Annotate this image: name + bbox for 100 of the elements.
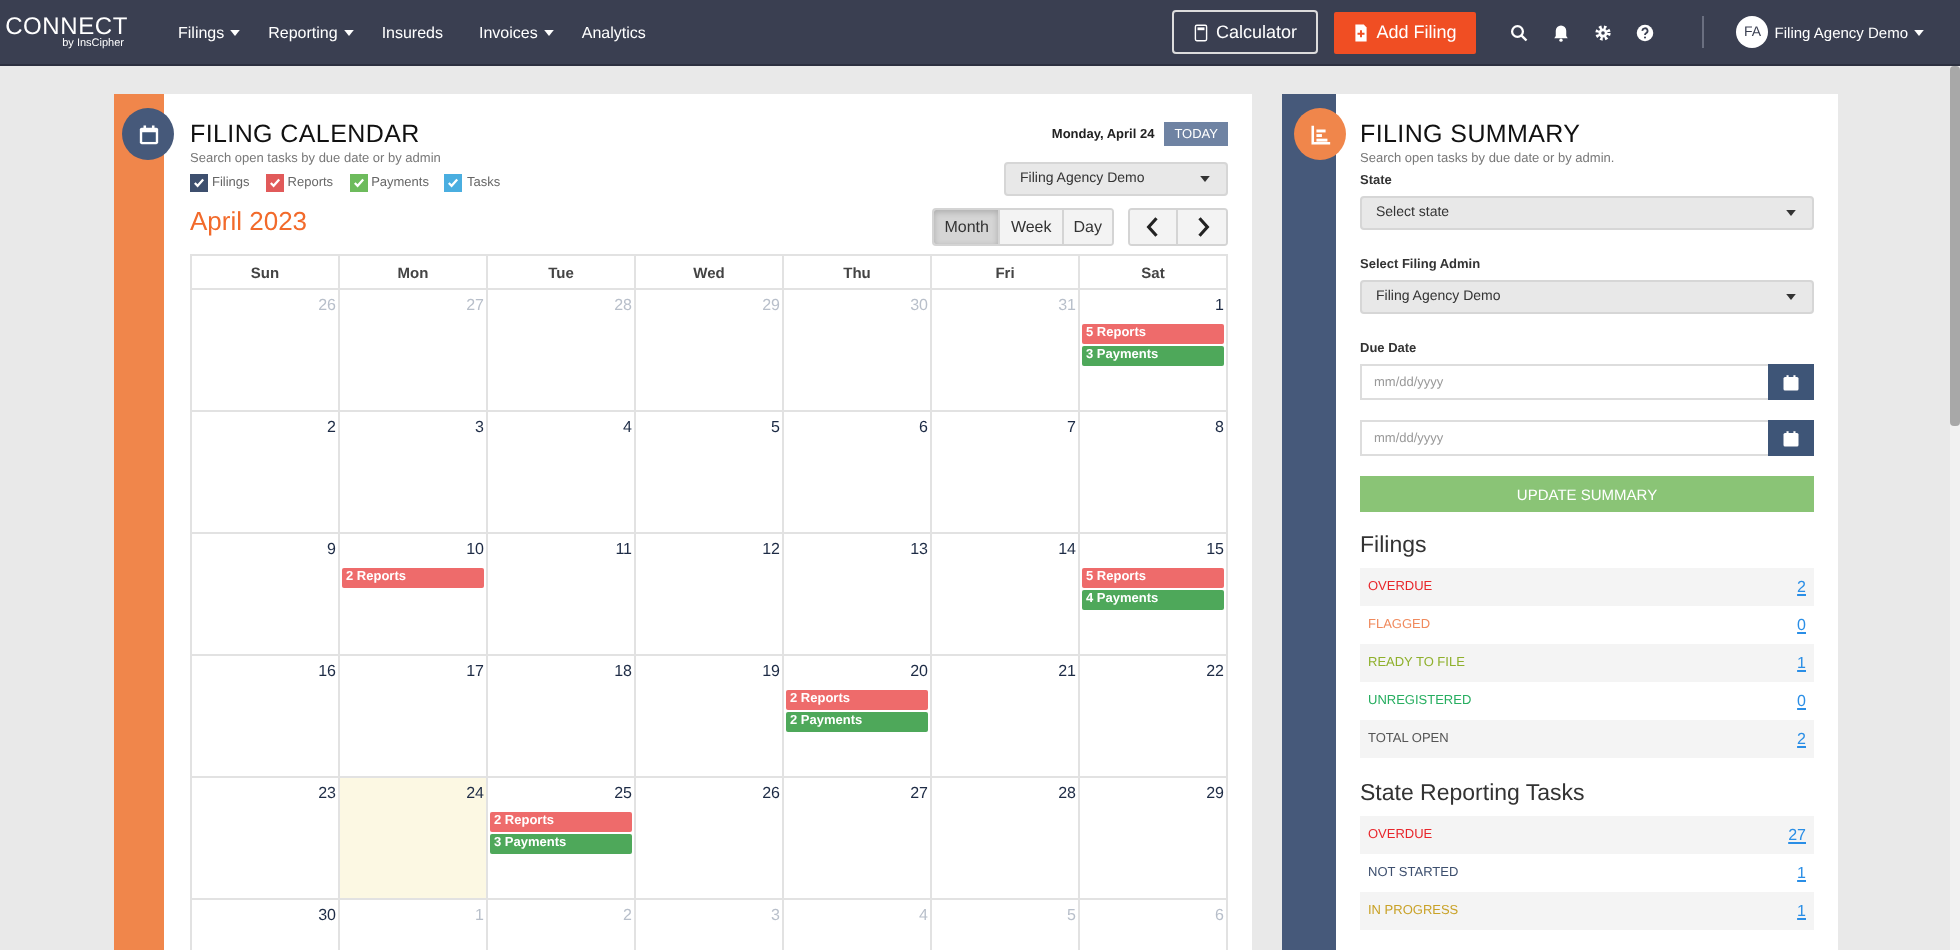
nav-menu-item[interactable]: Invoices bbox=[479, 23, 554, 41]
day-number: 23 bbox=[318, 784, 336, 802]
day-number: 29 bbox=[1206, 784, 1224, 802]
checkmark-icon bbox=[446, 176, 461, 190]
day-cell[interactable]: 2 bbox=[192, 412, 340, 534]
day-cell[interactable]: 9 bbox=[192, 534, 340, 656]
day-number: 19 bbox=[762, 662, 780, 680]
day-number: 29 bbox=[762, 296, 780, 314]
day-number: 12 bbox=[762, 540, 780, 558]
view-tab[interactable]: Month bbox=[934, 210, 1001, 244]
day-cell[interactable]: 7 bbox=[932, 412, 1080, 534]
day-number: 26 bbox=[762, 784, 780, 802]
day-cell[interactable]: 19 bbox=[636, 656, 784, 778]
document-plus-icon bbox=[1354, 23, 1369, 41]
section-heading: State Reporting Tasks bbox=[1360, 782, 1587, 806]
nav-menu-item[interactable]: Reporting bbox=[268, 23, 354, 41]
day-number: 1 bbox=[1215, 296, 1224, 314]
calendar-icon bbox=[1782, 373, 1800, 391]
search-icon[interactable] bbox=[1510, 23, 1529, 41]
day-cell[interactable]: 13 bbox=[784, 534, 932, 656]
date-picker-button[interactable] bbox=[1768, 364, 1814, 400]
day-number: 2 bbox=[623, 906, 632, 924]
day-number: 25 bbox=[614, 784, 632, 802]
day-cell[interactable]: 3 bbox=[340, 412, 488, 534]
day-cell[interactable]: 14 bbox=[932, 534, 1080, 656]
day-number: 11 bbox=[615, 540, 632, 558]
day-cell[interactable]: 21 bbox=[932, 656, 1080, 778]
day-number: 18 bbox=[614, 662, 632, 680]
day-number: 27 bbox=[466, 296, 484, 314]
day-number: 16 bbox=[318, 662, 336, 680]
day-number: 3 bbox=[475, 418, 484, 436]
calculator-icon bbox=[1194, 23, 1209, 41]
day-number: 28 bbox=[1058, 784, 1076, 802]
calculator-button[interactable]: Calculator bbox=[1172, 10, 1319, 54]
day-number: 24 bbox=[466, 784, 484, 802]
notification-bell-icon[interactable] bbox=[1552, 23, 1571, 41]
chevron-right-icon bbox=[1195, 216, 1209, 238]
day-cell[interactable]: 18 bbox=[488, 656, 636, 778]
day-number: 7 bbox=[1067, 418, 1076, 436]
day-number: 3 bbox=[771, 906, 780, 924]
logo-text[interactable]: CONNECT bbox=[5, 13, 128, 38]
scrollbar[interactable] bbox=[1950, 66, 1960, 950]
day-number: 9 bbox=[327, 540, 336, 558]
day-number: 6 bbox=[1215, 906, 1224, 924]
count-link[interactable]: 1 bbox=[1797, 864, 1806, 882]
section-heading: Filings bbox=[1360, 534, 1429, 558]
day-number: 30 bbox=[910, 296, 928, 314]
day-cell[interactable]: 26 bbox=[636, 778, 784, 900]
nav-menu-item[interactable]: Analytics bbox=[581, 23, 646, 41]
day-number: 21 bbox=[1058, 662, 1076, 680]
day-cell[interactable]: 8 bbox=[1080, 412, 1228, 534]
day-cell[interactable]: 30 bbox=[192, 900, 340, 950]
caret-icon bbox=[1786, 210, 1796, 216]
help-icon[interactable] bbox=[1636, 23, 1655, 41]
summary-title: FILING SUMMARY bbox=[1360, 120, 1583, 148]
day-number: 27 bbox=[910, 784, 928, 802]
today-day-cell[interactable]: 24 bbox=[340, 778, 488, 900]
day-cell[interactable]: 4 bbox=[488, 412, 636, 534]
day-number: 4 bbox=[623, 418, 632, 436]
day-number: 15 bbox=[1206, 540, 1224, 558]
day-number: 5 bbox=[771, 418, 780, 436]
day-number: 28 bbox=[614, 296, 632, 314]
day-cell[interactable]: 6 bbox=[784, 412, 932, 534]
day-cell[interactable]: 27 bbox=[784, 778, 932, 900]
view-tab[interactable]: Day bbox=[1063, 210, 1112, 244]
next-button[interactable] bbox=[1178, 210, 1226, 244]
caret-icon bbox=[1914, 29, 1924, 35]
caret-icon bbox=[1200, 176, 1210, 182]
day-number: 22 bbox=[1206, 662, 1224, 680]
day-number: 2 bbox=[327, 418, 336, 436]
nav-menu-item[interactable]: Filings bbox=[178, 23, 241, 41]
day-number: 20 bbox=[910, 662, 928, 680]
day-number: 14 bbox=[1058, 540, 1076, 558]
add-filing-button[interactable]: Add Filing bbox=[1334, 11, 1477, 53]
checkmark-icon bbox=[267, 176, 282, 190]
day-number: 26 bbox=[318, 296, 336, 314]
day-number: 31 bbox=[1058, 296, 1076, 314]
day-number: 5 bbox=[1067, 906, 1076, 924]
day-number: 8 bbox=[1215, 418, 1224, 436]
checkmark-icon bbox=[192, 176, 206, 190]
day-number: 4 bbox=[919, 906, 928, 924]
previous-button[interactable] bbox=[1130, 210, 1178, 244]
day-cell[interactable]: 11 bbox=[488, 534, 636, 656]
settings-icon[interactable] bbox=[1594, 23, 1613, 41]
day-cell[interactable]: 22 bbox=[1080, 656, 1228, 778]
day-cell[interactable]: 16 bbox=[192, 656, 340, 778]
day-number: 30 bbox=[318, 906, 336, 924]
date-picker-button[interactable] bbox=[1768, 420, 1814, 456]
day-cell[interactable]: 29 bbox=[1080, 778, 1228, 900]
caret-icon bbox=[1786, 294, 1796, 300]
day-cell[interactable]: 12 bbox=[636, 534, 784, 656]
nav-menu-item[interactable]: Insureds bbox=[381, 23, 443, 41]
day-number: 6 bbox=[919, 418, 928, 436]
view-tab[interactable]: Week bbox=[1000, 210, 1064, 244]
day-number: 13 bbox=[910, 540, 928, 558]
chevron-left-icon bbox=[1146, 216, 1160, 238]
calendar-icon bbox=[1782, 429, 1800, 447]
day-cell[interactable]: 5 bbox=[636, 412, 784, 534]
day-cell[interactable]: 28 bbox=[932, 778, 1080, 900]
day-number: 10 bbox=[466, 540, 484, 558]
